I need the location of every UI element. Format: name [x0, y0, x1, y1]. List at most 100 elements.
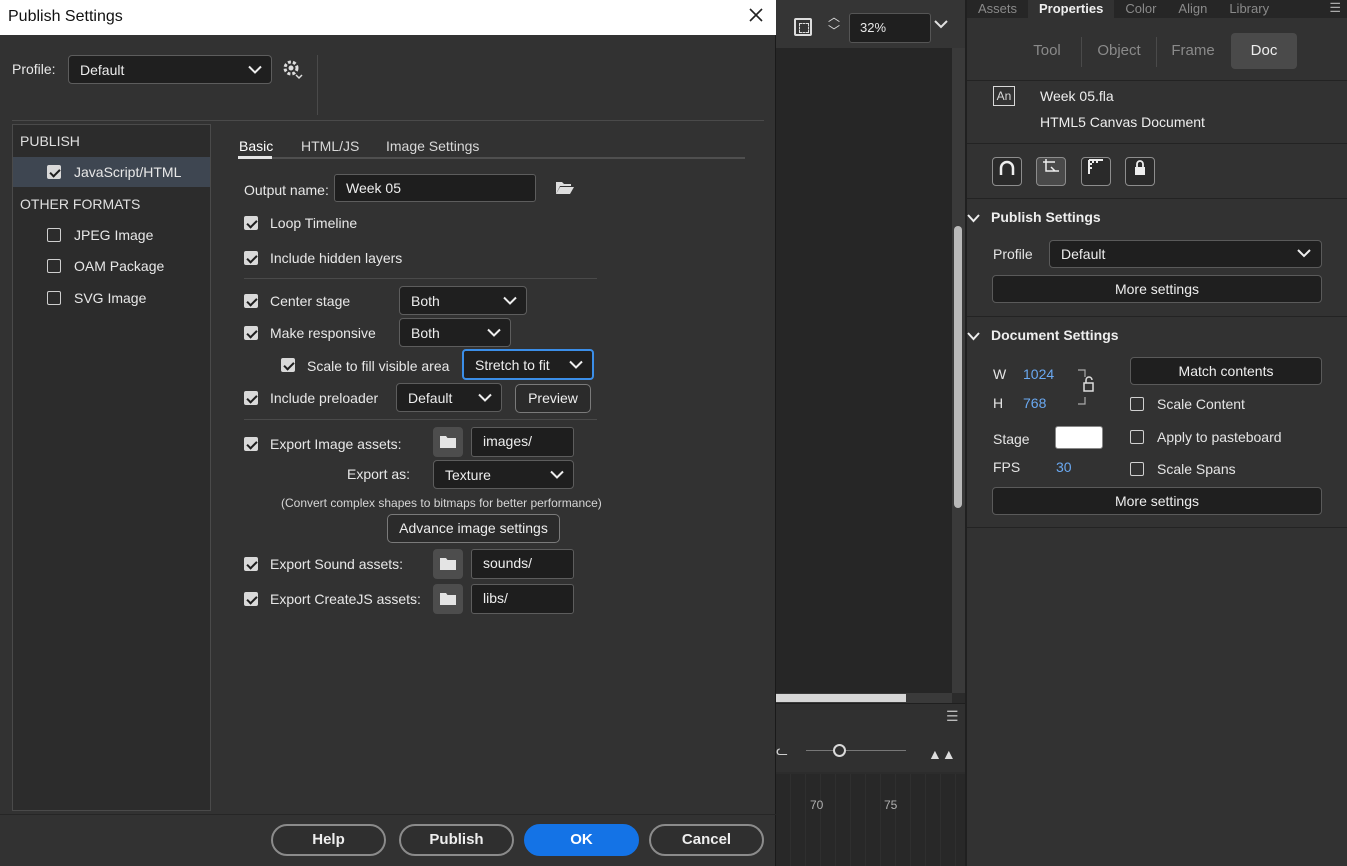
magnet-icon[interactable] — [992, 157, 1022, 186]
include-preloader-checkbox[interactable] — [244, 391, 258, 405]
checkbox[interactable] — [47, 165, 61, 179]
format-oam-package[interactable]: OAM Package — [13, 251, 210, 281]
tab-color[interactable]: Color — [1114, 0, 1167, 18]
lock-icon[interactable] — [1125, 157, 1155, 186]
width-value[interactable]: 1024 — [1023, 366, 1054, 382]
fps-value[interactable]: 30 — [1056, 459, 1072, 475]
apply-to-pasteboard-checkbox[interactable] — [1130, 430, 1144, 444]
dropdown-value: Stretch to fit — [475, 356, 550, 373]
section-title: Publish Settings — [991, 209, 1101, 225]
divider — [967, 143, 1347, 144]
timeline-panel: ☰ ᓚ ▲▲ 70 75 — [776, 703, 965, 866]
zoom-dropdown-chevron-icon[interactable] — [934, 16, 948, 34]
fit-stage-icon[interactable] — [794, 18, 812, 36]
mountain-icon[interactable]: ▲▲ — [928, 746, 956, 762]
dropdown-value: Default — [1061, 246, 1106, 262]
tab-basic[interactable]: Basic — [239, 138, 273, 154]
scrollbar-thumb[interactable] — [954, 226, 962, 508]
close-icon[interactable] — [744, 4, 768, 28]
document-more-settings-button[interactable]: More settings — [992, 487, 1322, 515]
include-preloader-dropdown[interactable]: Default — [396, 383, 502, 412]
section-title: Document Settings — [991, 327, 1119, 343]
stage-color-swatch[interactable] — [1055, 426, 1103, 449]
include-hidden-layers-checkbox[interactable] — [244, 251, 258, 265]
tab-library[interactable]: Library — [1218, 0, 1280, 18]
scale-content-checkbox[interactable] — [1130, 397, 1144, 411]
timeline-glyph-icon[interactable]: ᓚ — [776, 742, 788, 759]
timeline-zoom-knob[interactable] — [833, 744, 846, 757]
export-image-assets-label: Export Image assets: — [270, 436, 402, 452]
sound-path-input[interactable]: sounds/ — [471, 549, 574, 579]
ok-button[interactable]: OK — [524, 824, 639, 856]
loop-timeline-label: Loop Timeline — [270, 215, 358, 231]
format-svg-image[interactable]: SVG Image — [13, 283, 210, 313]
zoom-spinner-icon[interactable]: ︿ ﹀ — [828, 10, 840, 38]
center-stage-checkbox[interactable] — [244, 294, 258, 308]
image-path-input[interactable]: images/ — [471, 427, 574, 457]
panel-menu-icon[interactable]: ☰ — [1329, 0, 1341, 16]
scrollbar-thumb[interactable] — [776, 694, 906, 702]
preview-button[interactable]: Preview — [515, 384, 591, 413]
snap-align-icon[interactable] — [1036, 157, 1066, 186]
mode-tool[interactable]: Tool — [1017, 33, 1077, 69]
createjs-path-input[interactable]: libs/ — [471, 584, 574, 614]
mode-doc[interactable]: Doc — [1231, 33, 1297, 69]
frame-number: 70 — [810, 798, 824, 812]
format-javascript-html[interactable]: JavaScript/HTML — [13, 157, 210, 187]
dialog-titlebar[interactable]: Publish Settings — [0, 0, 776, 35]
export-as-dropdown[interactable]: Texture — [433, 460, 574, 489]
tab-align[interactable]: Align — [1167, 0, 1218, 18]
publish-button[interactable]: Publish — [399, 824, 514, 856]
document-settings-header[interactable]: Document Settings — [967, 327, 1119, 343]
make-responsive-label: Make responsive — [270, 325, 376, 341]
stage-vertical-scrollbar[interactable] — [952, 48, 965, 693]
stage-canvas[interactable] — [776, 48, 952, 693]
divider — [967, 198, 1347, 199]
export-sound-assets-checkbox[interactable] — [244, 557, 258, 571]
height-value[interactable]: 768 — [1023, 395, 1046, 411]
divider — [1081, 37, 1082, 67]
format-jpeg-image[interactable]: JPEG Image — [13, 220, 210, 250]
loop-timeline-checkbox[interactable] — [244, 216, 258, 230]
createjs-folder-button[interactable] — [433, 584, 463, 614]
ruler-icon[interactable] — [1081, 157, 1111, 186]
tab-assets[interactable]: Assets — [967, 0, 1028, 18]
folder-open-icon[interactable] — [555, 179, 575, 198]
checkbox[interactable] — [47, 228, 61, 242]
sound-folder-button[interactable] — [433, 549, 463, 579]
zoom-input[interactable]: 32% — [849, 13, 931, 43]
output-name-input[interactable]: Week 05 — [334, 174, 536, 202]
export-image-assets-checkbox[interactable] — [244, 437, 258, 451]
tab-html-js[interactable]: HTML/JS — [301, 138, 359, 154]
timeline-zoom-slider[interactable] — [806, 750, 906, 751]
scale-to-fill-checkbox[interactable] — [281, 358, 295, 372]
profile-dropdown[interactable]: Default — [68, 55, 272, 84]
publish-more-settings-button[interactable]: More settings — [992, 275, 1322, 303]
help-button[interactable]: Help — [271, 824, 386, 856]
center-stage-dropdown[interactable]: Both — [399, 286, 527, 315]
gear-icon[interactable] — [281, 58, 303, 83]
checkbox[interactable] — [47, 259, 61, 273]
tab-properties[interactable]: Properties — [1028, 0, 1115, 18]
width-label: W — [993, 366, 1007, 382]
checkbox[interactable] — [47, 291, 61, 305]
link-proportions-icon[interactable] — [1077, 369, 1094, 405]
timeline-menu-icon[interactable]: ☰ — [946, 708, 959, 725]
match-contents-button[interactable]: Match contents — [1130, 357, 1322, 385]
publish-settings-header[interactable]: Publish Settings — [967, 209, 1101, 225]
make-responsive-dropdown[interactable]: Both — [399, 318, 511, 347]
stage-horizontal-scrollbar[interactable] — [776, 693, 952, 703]
scale-spans-checkbox[interactable] — [1130, 462, 1144, 476]
mode-frame[interactable]: Frame — [1161, 33, 1225, 69]
timeline-frames[interactable] — [776, 774, 965, 866]
cancel-button[interactable]: Cancel — [649, 824, 764, 856]
mode-object[interactable]: Object — [1087, 33, 1151, 69]
make-responsive-checkbox[interactable] — [244, 326, 258, 340]
scale-to-fill-dropdown[interactable]: Stretch to fit — [462, 349, 594, 380]
profile-dropdown[interactable]: Default — [1049, 240, 1322, 268]
folder-icon — [440, 558, 456, 570]
tab-image-settings[interactable]: Image Settings — [386, 138, 479, 154]
advance-image-settings-button[interactable]: Advance image settings — [387, 514, 560, 543]
image-folder-button[interactable] — [433, 427, 463, 457]
export-createjs-assets-checkbox[interactable] — [244, 592, 258, 606]
